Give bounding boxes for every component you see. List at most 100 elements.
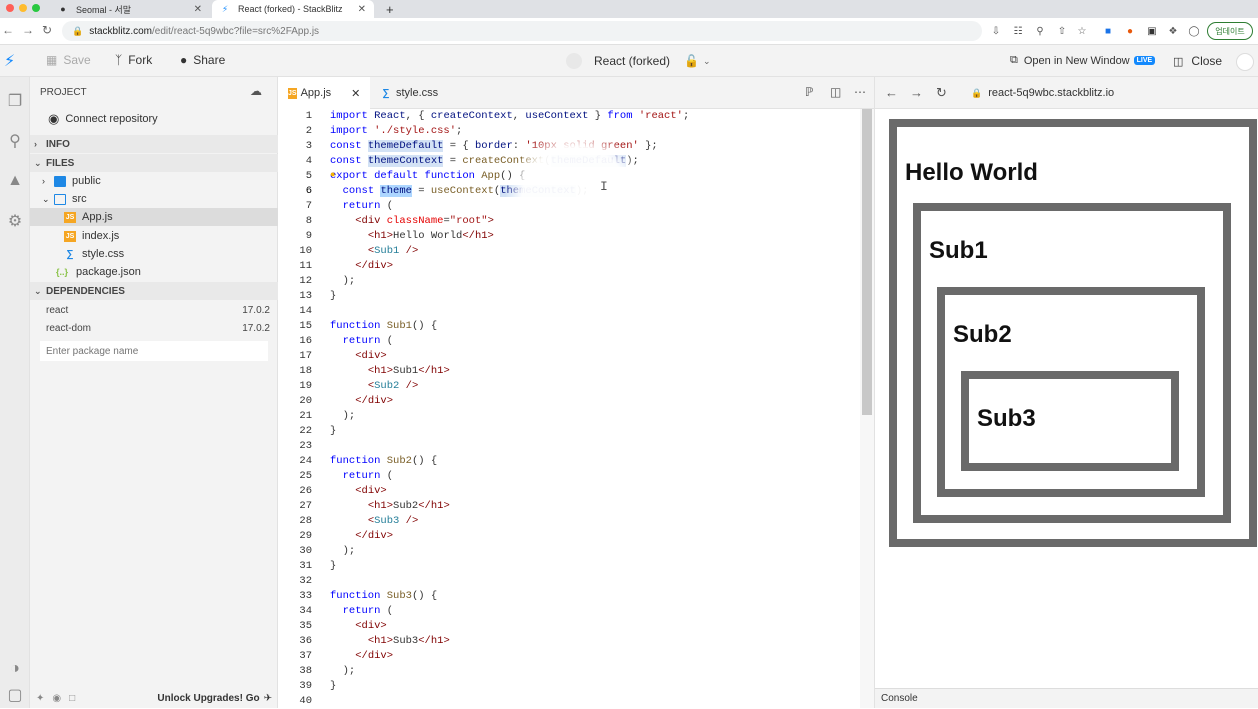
line-number: 15	[299, 320, 312, 332]
unlock-icon[interactable]: 🔓	[684, 54, 699, 68]
github-icon: ◉	[48, 111, 60, 126]
close-preview-icon: ◫	[1173, 55, 1184, 68]
share-button[interactable]: ● Share	[180, 53, 225, 67]
firebase-icon[interactable]: ▲	[3, 169, 27, 193]
extension-icon[interactable]: ■	[1102, 25, 1114, 37]
line-number: 40	[299, 695, 312, 707]
dependencies-section-header[interactable]: ⌄ DEPENDENCIES	[30, 282, 278, 300]
files-icon[interactable]: ❐	[3, 89, 27, 113]
upload-icon[interactable]: ☁	[250, 84, 262, 98]
github-icon[interactable]: ◉	[52, 693, 61, 704]
tree-file-index-js[interactable]: JS index.js	[64, 227, 278, 245]
line-number: 25	[299, 470, 312, 482]
more-icon[interactable]: ⋯	[854, 85, 866, 99]
line-number: 22	[299, 425, 312, 437]
save-button[interactable]: ▦ Save	[46, 53, 91, 67]
heading-sub1: Sub1	[929, 237, 988, 264]
open-new-window-button[interactable]: ⧉ Open in New Window LIVE	[1010, 54, 1156, 67]
fork-button[interactable]: ᛉ Fork	[115, 53, 152, 67]
close-preview-button[interactable]: ◫ Close	[1173, 54, 1222, 68]
translate-icon[interactable]: ☷	[1012, 25, 1024, 37]
tab-app-js[interactable]: JS App.js ✕	[278, 77, 370, 109]
package-name-input[interactable]	[40, 341, 268, 361]
split-editor-icon[interactable]: ◫	[830, 85, 841, 99]
line-number: 5	[305, 170, 312, 182]
console-label: Console	[881, 693, 918, 704]
preview-forward-icon[interactable]: →	[910, 85, 923, 100]
dependency-row[interactable]: react-dom 17.0.2	[46, 319, 270, 337]
chevron-down-icon: ⌄	[42, 193, 50, 204]
minimize-window-button[interactable]	[19, 4, 27, 12]
code-line: </div>	[355, 530, 394, 542]
tree-file-style-css[interactable]: ∑ style.css	[64, 245, 278, 263]
update-button[interactable]: 업데이트	[1207, 22, 1253, 40]
connect-repository-label: Connect repository	[65, 113, 158, 125]
twitter-icon[interactable]: ✦	[36, 693, 44, 704]
tab-style-css[interactable]: ∑ style.css	[370, 77, 460, 109]
share-page-icon[interactable]: ⇧	[1056, 25, 1068, 37]
code-line: import './style.css';	[330, 125, 463, 137]
close-icon[interactable]: ✕	[358, 4, 366, 15]
chevron-down-icon[interactable]: ⌄	[703, 56, 711, 67]
save-icon: ▦	[46, 53, 58, 67]
lightbulb-icon[interactable]: ●	[330, 170, 335, 180]
back-icon[interactable]: ←	[2, 23, 14, 37]
browser-tab-seomal[interactable]: ● Seomal - 서말 ✕	[50, 0, 210, 18]
close-icon[interactable]: ✕	[194, 4, 202, 15]
info-section-header[interactable]: › INFO	[30, 135, 278, 153]
zoom-icon[interactable]: ⚲	[1034, 25, 1046, 37]
install-icon[interactable]: ⇩	[990, 25, 1002, 37]
close-window-button[interactable]	[6, 4, 14, 12]
dependencies-label: DEPENDENCIES	[46, 285, 125, 297]
extension-icon[interactable]: ●	[1124, 25, 1136, 37]
tree-folder-src[interactable]: ⌄ src	[42, 190, 278, 208]
url-input[interactable]: 🔒 stackblitz.com/edit/react-5q9wbc?file=…	[62, 21, 982, 41]
browser-tab-stackblitz[interactable]: ⚡ React (forked) - StackBlitz ✕	[212, 0, 374, 18]
theme-icon[interactable]: ◑	[3, 657, 27, 681]
code-editor[interactable]: 1 2 3 4 5 6 7 8 9 10 11 12 13 14 15 16 17 18 19 20 21 22 23 24 2…	[278, 109, 874, 708]
new-tab-button[interactable]: +	[378, 0, 402, 18]
reload-icon[interactable]: ↻	[42, 23, 52, 37]
files-section-header[interactable]: ⌄ FILES	[30, 154, 278, 172]
connect-repository-button[interactable]: ◉ Connect repository	[48, 111, 158, 127]
activity-bar: ❐ ⚲ ▲ ⚙ ◑ ▢	[0, 77, 30, 708]
json-file-icon: {..}	[55, 267, 68, 277]
heading-sub3: Sub3	[977, 405, 1036, 432]
preview-url[interactable]: 🔒 react-5q9wbc.stackblitz.io	[971, 87, 1114, 99]
tree-file-package-json[interactable]: {..} package.json	[54, 263, 278, 281]
editor-scrollbar-thumb[interactable]	[862, 109, 872, 415]
forward-icon[interactable]: →	[22, 23, 34, 37]
star-icon[interactable]: ☆	[1076, 25, 1088, 37]
layout-icon[interactable]: ▢	[3, 683, 27, 707]
prettier-icon[interactable]: ℙ	[805, 85, 813, 99]
unlock-upgrades-bar[interactable]: ✦ ◉ □ Unlock Upgrades! Go ✈	[30, 689, 278, 708]
lock-icon: 🔒	[971, 87, 983, 98]
tree-folder-public[interactable]: › public	[42, 172, 278, 190]
line-number: 38	[299, 665, 312, 677]
avatar[interactable]	[1236, 53, 1254, 71]
chat-icon[interactable]: □	[69, 693, 75, 704]
preview-back-icon[interactable]: ←	[885, 85, 898, 100]
puzzle-icon[interactable]: ❖	[1167, 25, 1179, 37]
url-host: stackblitz.com	[89, 25, 153, 37]
line-number: 11	[299, 260, 312, 272]
profile-icon[interactable]: ◯	[1188, 25, 1200, 37]
files-label: FILES	[46, 157, 75, 169]
code-line: <Sub3 />	[367, 515, 419, 527]
search-icon[interactable]: ⚲	[3, 129, 27, 153]
project-title[interactable]: React (forked) 🔓 ⌄	[566, 53, 711, 69]
close-icon[interactable]: ✕	[351, 87, 360, 100]
preview-reload-icon[interactable]: ↻	[936, 85, 947, 101]
line-number: 13	[299, 290, 312, 302]
console-bar[interactable]: Console	[875, 688, 1258, 708]
code-line: );	[330, 410, 356, 422]
tree-file-app-js[interactable]: JS App.js	[30, 208, 278, 226]
gear-icon[interactable]: ⚙	[3, 209, 27, 233]
line-number: 7	[305, 200, 312, 212]
code-line: function Sub3() {	[330, 590, 438, 602]
extension-icon[interactable]: ▣	[1146, 25, 1158, 37]
dependency-row[interactable]: react 17.0.2	[46, 301, 270, 319]
maximize-window-button[interactable]	[32, 4, 40, 12]
stackblitz-logo-icon[interactable]: ⚡	[4, 51, 15, 71]
heading-sub2: Sub2	[953, 321, 1012, 348]
